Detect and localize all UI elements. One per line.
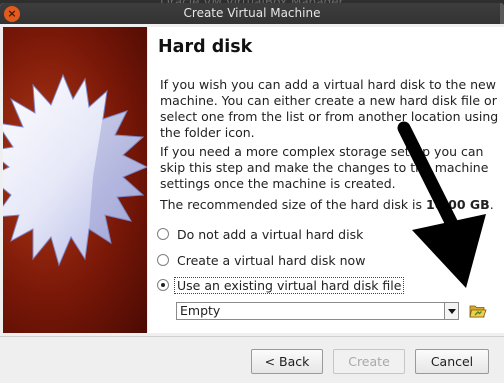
radio-button-selected[interactable] (157, 279, 169, 291)
wizard-banner-image (3, 27, 147, 333)
radio-no-disk[interactable]: Do not add a virtual hard disk (157, 225, 363, 243)
folder-open-icon (469, 305, 487, 318)
radio-existing-disk-label[interactable]: Use an existing virtual hard disk file (174, 276, 405, 294)
radio-create-disk-label[interactable]: Create a virtual hard disk now (177, 253, 365, 268)
button-bar-divider (0, 336, 504, 337)
intro-text: If you wish you can add a virtual hard d… (160, 77, 499, 140)
create-vm-dialog: × Create Virtual Machine Hard disk If yo… (0, 3, 504, 383)
disk-file-select-value: Empty (180, 303, 221, 318)
back-button[interactable]: < Back (251, 349, 323, 374)
choose-disk-file-button[interactable] (469, 302, 487, 320)
wizard-content: Hard disk If you wish you can add a virt… (148, 27, 504, 333)
radio-existing-disk[interactable]: Use an existing virtual hard disk file (157, 276, 405, 294)
create-button[interactable]: Create (333, 349, 405, 374)
radio-create-disk[interactable]: Create a virtual hard disk now (157, 251, 365, 269)
dialog-title: Create Virtual Machine (183, 6, 321, 20)
cancel-button[interactable]: Cancel (415, 349, 489, 374)
recommended-size-value: 10.00 GB (426, 197, 490, 212)
page-title: Hard disk (158, 37, 253, 57)
radio-button[interactable] (157, 228, 169, 240)
disk-file-select[interactable]: Empty (176, 302, 459, 320)
radio-button[interactable] (157, 254, 169, 266)
recommended-size-text: The recommended size of the hard disk is… (160, 197, 494, 212)
chevron-down-icon[interactable] (444, 303, 458, 319)
close-icon[interactable]: × (4, 6, 20, 22)
radio-no-disk-label[interactable]: Do not add a virtual hard disk (177, 227, 363, 242)
advanced-text: If you need a more complex storage set-u… (160, 144, 489, 191)
titlebar-edge (500, 3, 504, 24)
dialog-titlebar: × Create Virtual Machine (0, 3, 504, 24)
starburst-icon (3, 73, 147, 267)
